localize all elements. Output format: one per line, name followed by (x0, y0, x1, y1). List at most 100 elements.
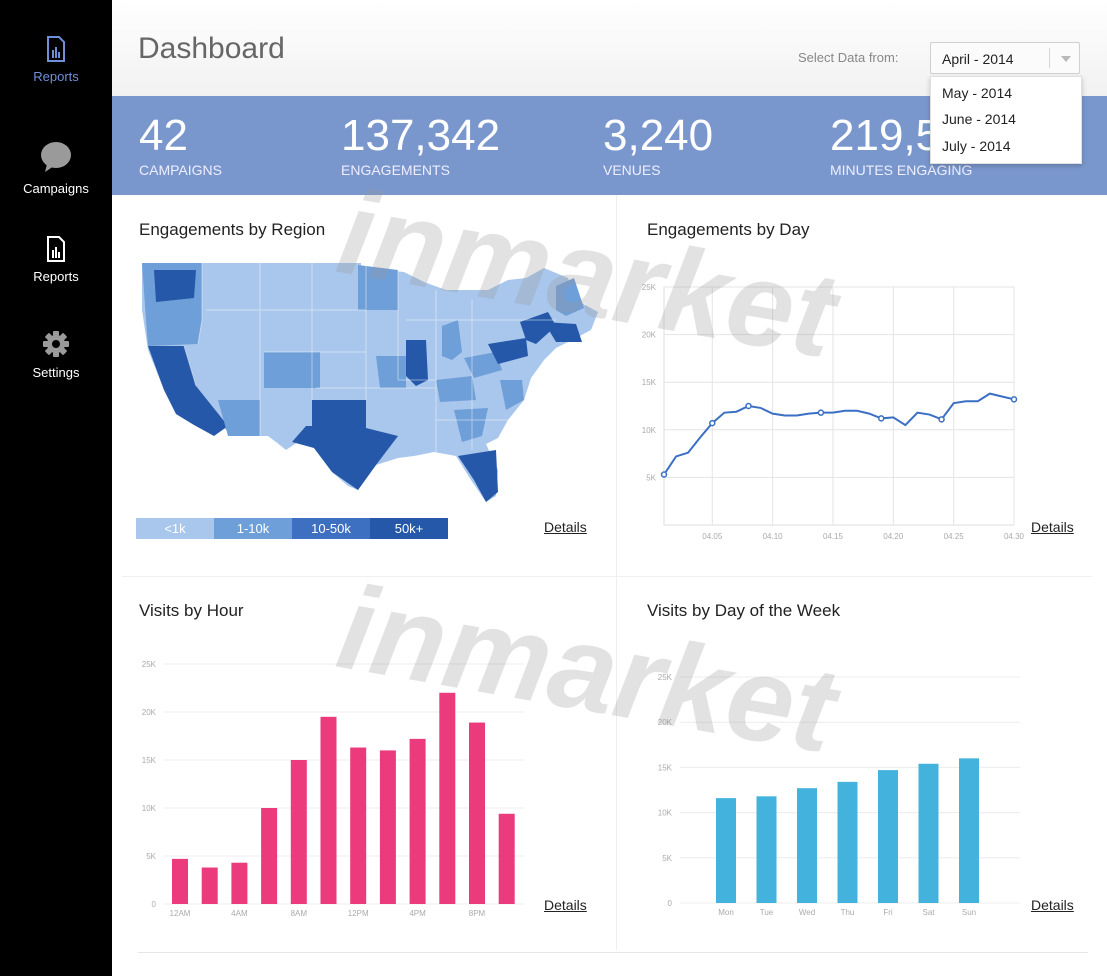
x-tick-label: Mon (718, 908, 734, 917)
month-select-value: April - 2014 (942, 51, 1014, 67)
bar (350, 747, 367, 904)
x-tick-label: 04.10 (763, 532, 784, 541)
day-panel-title: Engagements by Day (647, 220, 810, 239)
x-tick-label: Sun (962, 908, 976, 917)
bar (498, 813, 515, 904)
region-panel-title: Engagements by Region (139, 220, 326, 239)
x-tick-label: 04.30 (1004, 532, 1025, 541)
y-tick-label: 0 (668, 899, 673, 908)
x-tick-label: Fri (883, 908, 893, 917)
dropdown-option[interactable]: July - 2014 (942, 138, 1010, 154)
bar (878, 770, 898, 903)
y-tick-label: 5K (662, 854, 672, 863)
y-tick-label: 25K (142, 660, 157, 669)
map-legend: <1k 1-10k 10-50k 50k+ (136, 518, 448, 539)
chat-bubble-icon (41, 142, 71, 172)
dropdown-option[interactable]: June - 2014 (942, 111, 1016, 127)
select-divider (1049, 48, 1050, 68)
y-tick-label: 15K (642, 378, 657, 387)
data-point (877, 415, 885, 422)
data-point (938, 416, 945, 423)
stat-value: 137,342 (341, 111, 501, 160)
bar (959, 758, 979, 903)
chevron-down-icon[interactable] (1061, 56, 1071, 62)
data-point (1010, 396, 1018, 403)
x-tick-label: 8AM (291, 909, 308, 918)
stat-label: CAMPAIGNS (139, 162, 222, 178)
month-select[interactable]: April - 2014 (930, 42, 1080, 74)
plot-area (663, 286, 1015, 526)
state (358, 265, 398, 310)
state (458, 450, 498, 502)
sidebar: Reports Campaigns Reports Settings (0, 0, 112, 976)
sidebar-item-reports-active[interactable]: Reports (0, 36, 112, 84)
state (376, 356, 406, 388)
panel-divider (616, 195, 617, 950)
bar (409, 738, 426, 904)
sidebar-item-reports[interactable]: Reports (0, 236, 112, 284)
series-line (663, 392, 1015, 476)
hour-details-link[interactable]: Details (544, 897, 587, 913)
week-details-link[interactable]: Details (1031, 897, 1074, 913)
data-point (817, 409, 825, 416)
bar (261, 808, 278, 904)
x-tick-label: 12AM (170, 909, 191, 918)
sidebar-item-label: Reports (33, 69, 79, 84)
engagements-line-chart: 5K 10K 15K 20K 25K 04.05 04.10 04.15 04.20 04.25 0… (642, 283, 1025, 541)
report-icon (47, 236, 65, 262)
bar (172, 858, 188, 904)
bar (231, 862, 248, 904)
y-tick-label: 25K (658, 673, 673, 682)
sidebar-item-label: Settings (32, 365, 80, 380)
bar (797, 788, 817, 903)
x-tick-label: Wed (799, 908, 815, 917)
sidebar-item-label: Campaigns (23, 181, 89, 196)
x-tick-label: 8PM (469, 909, 486, 918)
gear-icon (43, 331, 69, 357)
bar (290, 760, 307, 904)
sidebar-item-settings[interactable]: Settings (0, 330, 112, 380)
month-dropdown: May - 2014 June - 2014 July - 2014 (930, 76, 1082, 164)
y-tick-label: 15K (142, 756, 157, 765)
bar (716, 798, 736, 903)
y-tick-label: 25K (642, 283, 657, 292)
select-data-label: Select Data from: (798, 50, 899, 65)
legend-item: 10-50k (292, 518, 370, 539)
legend-item: <1k (136, 518, 214, 539)
region-details-link[interactable]: Details (544, 519, 587, 535)
x-tick-label: 04.20 (883, 532, 904, 541)
x-tick-label: Sat (922, 908, 935, 917)
state (436, 376, 476, 402)
dropdown-option[interactable]: May - 2014 (942, 85, 1012, 101)
data-point (660, 471, 668, 478)
y-tick-label: 5K (146, 852, 156, 861)
x-tick-label: 04.05 (702, 532, 723, 541)
stat-value: 3,240 (603, 111, 714, 160)
stat-label: ENGAGEMENTS (341, 162, 450, 178)
us-map (142, 263, 598, 502)
state (154, 270, 196, 302)
y-tick-label: 0 (152, 900, 157, 909)
visits-by-hour-chart: 0 5K 10K 15K 20K 25K 12AM 4AM 8AM 12PM 4PM 8PM (142, 660, 524, 918)
bar (201, 867, 218, 904)
footer-divider (138, 952, 1088, 953)
panel-divider (122, 576, 1092, 577)
sidebar-item-campaigns[interactable]: Campaigns (0, 140, 112, 196)
page-title: Dashboard (138, 32, 285, 65)
y-tick-label: 10K (142, 804, 157, 813)
day-details-link[interactable]: Details (1031, 519, 1074, 535)
sidebar-item-label: Reports (33, 269, 79, 284)
state (406, 340, 428, 386)
week-panel-title: Visits by Day of the Week (647, 601, 841, 620)
report-icon (47, 36, 65, 62)
bar (837, 781, 858, 903)
bar (469, 722, 485, 904)
main-content: Dashboard Select Data from: April - 2014… (112, 0, 1107, 976)
y-tick-label: 15K (658, 763, 673, 772)
stat-value: 42 (139, 111, 188, 160)
x-tick-label: 12PM (348, 909, 369, 918)
state (218, 400, 260, 436)
hour-panel-title: Visits by Hour (139, 601, 244, 620)
y-tick-label: 20K (142, 708, 157, 717)
x-tick-label: 04.15 (823, 532, 844, 541)
